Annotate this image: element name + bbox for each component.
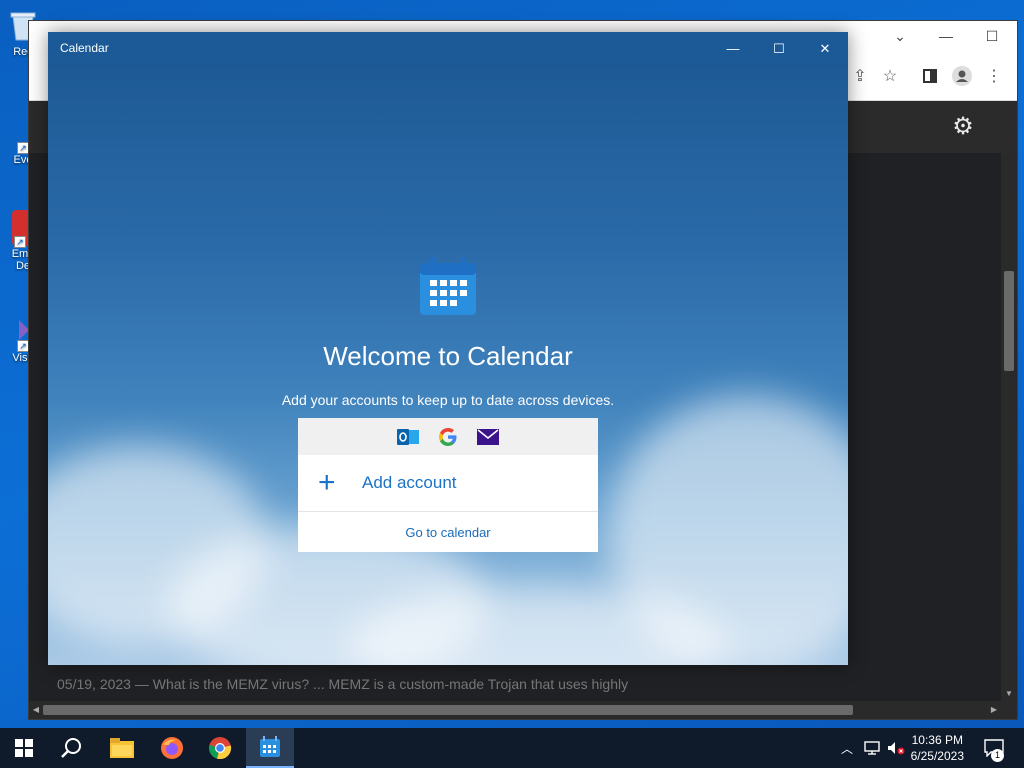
start-button[interactable] — [0, 728, 48, 768]
network-icon[interactable] — [862, 728, 882, 768]
mail-icon — [477, 426, 499, 448]
minimize-button[interactable]: — — [923, 21, 969, 51]
go-to-calendar-link[interactable]: Go to calendar — [298, 512, 598, 552]
scrollbar-thumb[interactable] — [43, 705, 853, 715]
calendar-icon — [260, 736, 280, 757]
maximize-button[interactable]: ☐ — [756, 32, 802, 65]
notification-count-badge: 1 — [991, 749, 1004, 762]
minimize-button[interactable]: — — [710, 32, 756, 65]
share-icon[interactable]: ⇪ — [847, 63, 873, 89]
chrome-icon — [209, 737, 232, 760]
scroll-right-arrow[interactable]: ▶ — [987, 701, 1001, 719]
chevron-up-icon[interactable]: ︿ — [838, 728, 856, 768]
firefox-button[interactable] — [148, 728, 196, 768]
plus-icon: + — [318, 466, 336, 499]
vertical-scrollbar[interactable]: ▼ — [1001, 153, 1017, 701]
firefox-icon — [161, 737, 183, 759]
profile-avatar-icon[interactable] — [949, 63, 975, 89]
scrollbar-thumb[interactable] — [1004, 271, 1014, 371]
add-account-label: Add account — [362, 473, 457, 492]
scroll-left-arrow[interactable]: ◀ — [29, 701, 43, 719]
file-explorer-icon — [110, 738, 134, 758]
file-explorer-button[interactable] — [98, 728, 146, 768]
welcome-subtitle: Add your accounts to keep up to date acr… — [281, 392, 615, 408]
search-button[interactable] — [48, 728, 96, 768]
google-icon — [437, 426, 459, 448]
add-account-panel: + Add account Go to calendar — [298, 418, 598, 552]
maximize-button[interactable]: ☐ — [969, 21, 1015, 51]
snippet-line-1: 05/19, 2023 — What is the MEMZ virus? ..… — [57, 676, 629, 692]
close-button[interactable]: ✕ — [1015, 21, 1024, 51]
calendar-titlebar: Calendar — ☐ ✕ — [48, 32, 848, 65]
gear-icon[interactable]: ⚙ — [949, 113, 977, 141]
taskbar: ︿ 10:36 PM 6/25/2023 1 — [0, 728, 1024, 768]
horizontal-scrollbar[interactable]: ◀ ▶ — [29, 701, 1017, 719]
volume-muted-icon[interactable] — [886, 728, 906, 768]
clock-time: 10:36 PM — [911, 733, 963, 747]
calendar-welcome-screen: Welcome to Calendar Add your accounts to… — [48, 65, 848, 665]
calendar-taskbar-button[interactable] — [246, 728, 294, 768]
outlook-icon — [397, 426, 419, 448]
close-button[interactable]: ✕ — [802, 32, 848, 65]
chevron-down-icon[interactable]: ⌄ — [877, 21, 923, 51]
clock-date: 6/25/2023 — [910, 749, 964, 763]
calendar-window: Calendar — ☐ ✕ Welcome to Calendar Add y… — [48, 32, 848, 665]
notification-center-button[interactable]: 1 — [980, 728, 1008, 768]
calendar-app-icon — [418, 255, 478, 322]
system-clock[interactable]: 10:36 PM 6/25/2023 — [911, 732, 964, 764]
welcome-heading: Welcome to Calendar — [323, 341, 573, 371]
add-account-button[interactable]: + Add account — [298, 455, 598, 512]
chrome-button[interactable] — [196, 728, 244, 768]
side-panel-icon[interactable] — [917, 63, 943, 89]
bookmark-star-icon[interactable]: ☆ — [877, 63, 903, 89]
search-icon — [61, 738, 81, 758]
window-title: Calendar — [60, 41, 109, 55]
start-icon — [15, 739, 33, 757]
scroll-down-arrow[interactable]: ▼ — [1001, 687, 1017, 701]
shortcut-arrow-icon: ↗ — [14, 236, 26, 248]
provider-icons — [298, 418, 598, 455]
more-menu-icon[interactable]: ⋮ — [981, 63, 1007, 89]
